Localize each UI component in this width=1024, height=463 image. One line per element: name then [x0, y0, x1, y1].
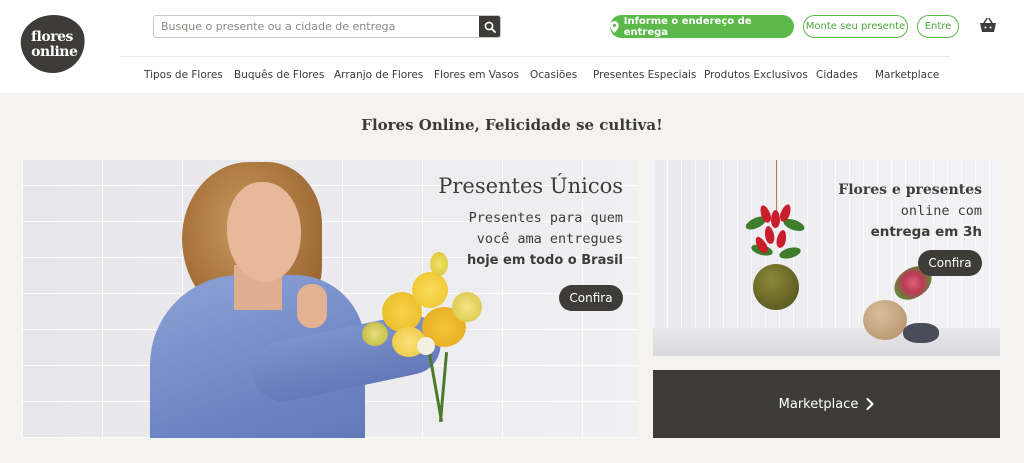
- nav-item-buques-de-flores[interactable]: Buquês de Flores: [234, 69, 324, 81]
- logo-text-line1: flores: [31, 28, 73, 45]
- basket-icon[interactable]: [979, 17, 997, 35]
- nav-item-tipos-de-flores[interactable]: Tipos de Flores: [144, 69, 223, 81]
- hero-subtitle-line2: você ama entregues: [476, 231, 623, 247]
- hero-subtitle: Presentes para quem você ama entregues h…: [467, 208, 623, 271]
- search-input[interactable]: [154, 16, 480, 37]
- hero-confira-button[interactable]: Confira: [559, 285, 623, 311]
- nav-item-presentes-especiais[interactable]: Presentes Especiais: [593, 69, 696, 81]
- search-bar: [153, 15, 501, 38]
- yellow-flower-bouquet: [322, 252, 502, 422]
- table-surface: [653, 328, 1000, 356]
- delivery-address-button[interactable]: Informe o endereço de entrega: [610, 15, 794, 38]
- logo-text-line2: online: [30, 43, 78, 60]
- express-delivery-text: Flores e presentes online com entrega em…: [838, 180, 982, 243]
- express-delivery-banner[interactable]: Flores e presentes online com entrega em…: [653, 160, 1000, 356]
- build-gift-button[interactable]: Monte seu presente: [803, 15, 908, 38]
- hero-title: Presentes Únicos: [438, 174, 623, 198]
- location-pin-icon: [610, 20, 619, 33]
- delivery-address-label: Informe o endereço de entrega: [623, 15, 752, 38]
- express-line3: entrega em 3h: [870, 224, 982, 240]
- express-line1: Flores e presentes: [838, 182, 982, 198]
- nav-item-produtos-exclusivos[interactable]: Produtos Exclusivos: [704, 69, 808, 81]
- site-header: flores online Informe o endereço de entr…: [0, 0, 1024, 93]
- flores-online-logo[interactable]: flores online: [17, 10, 89, 78]
- hero-subtitle-line3: hoje em todo o Brasil: [467, 253, 623, 268]
- nav-item-arranjo-de-flores[interactable]: Arranjo de Flores: [334, 69, 423, 81]
- search-button[interactable]: [479, 16, 500, 37]
- nav-item-ocasioes[interactable]: Ocasiões: [530, 69, 577, 81]
- search-icon: [484, 21, 496, 33]
- express-confira-button[interactable]: Confira: [918, 250, 982, 276]
- nav-item-flores-em-vasos[interactable]: Flores em Vasos: [434, 69, 519, 81]
- nav-item-marketplace[interactable]: Marketplace: [875, 69, 939, 81]
- hero-subtitle-line1: Presentes para quem: [468, 210, 623, 226]
- marketplace-banner[interactable]: Marketplace: [653, 370, 1000, 438]
- hero-banner[interactable]: Presentes Únicos Presentes para quem voc…: [22, 160, 638, 438]
- main-nav: Tipos de Flores Buquês de Flores Arranjo…: [120, 56, 950, 92]
- page-tagline: Flores Online, Felicidade se cultiva!: [361, 116, 663, 134]
- express-line2: online com: [900, 203, 982, 219]
- chevron-right-icon: [866, 398, 874, 410]
- marketplace-label: Marketplace: [778, 396, 859, 412]
- nav-item-cidades[interactable]: Cidades: [816, 69, 858, 81]
- login-button[interactable]: Entre: [917, 15, 959, 38]
